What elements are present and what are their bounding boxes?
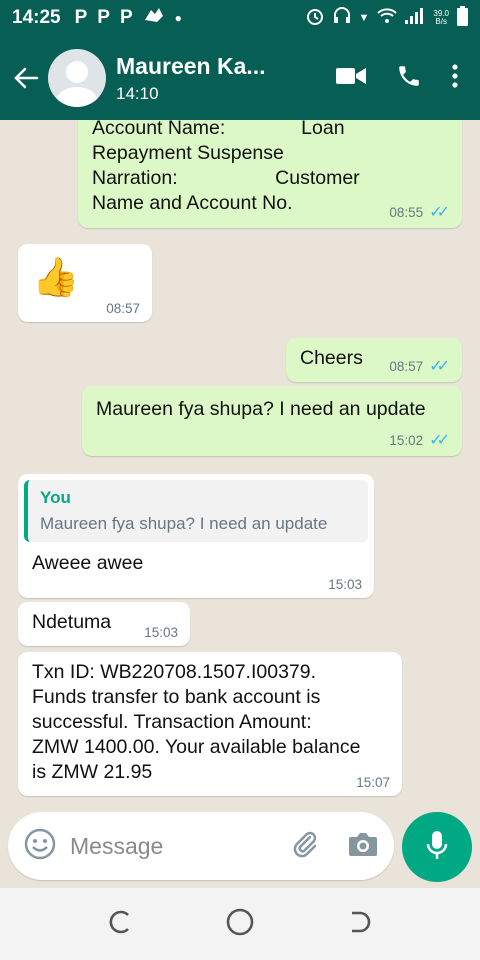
message-time: 08:55 [389,204,424,220]
phone-icon[interactable] [396,63,422,94]
message-line: is ZMW 21.95 [32,761,153,783]
video-call-icon[interactable] [336,66,366,91]
thumbs-up-emoji: 👍 [32,257,80,299]
status-time: 14:25 [12,7,61,28]
message-line: Repayment Suspense [92,142,284,164]
read-ticks-icon: ✓✓ [429,204,450,221]
message-text: Maureen fya shupa? I need an update [96,398,426,420]
more-notifications-dot-icon: ● [174,11,182,25]
message-bubble-incoming[interactable]: Txn ID: WB220708.1507.I00379. Funds tran… [18,652,402,796]
notification-icon-p: P [74,7,88,28]
message-time: 08:57 [389,358,424,374]
message-time: 15:02 [389,432,424,448]
message-bubble-incoming[interactable]: Ndetuma 15:03 [18,602,190,646]
message-line: Account Name: Loan [92,120,345,139]
game-notification-icon [143,6,165,30]
message-input-bar: Message [8,812,394,880]
system-nav-bar [0,888,480,960]
back-arrow-icon[interactable] [6,58,46,98]
message-bubble-outgoing[interactable]: Account Name: Loan Repayment Suspense Na… [78,120,462,228]
back-nav-icon[interactable] [346,909,372,940]
mic-icon [426,830,448,865]
message-time: 15:07 [356,775,390,790]
more-vert-icon[interactable] [452,63,458,93]
contact-info[interactable]: Maureen Ka... 14:10 [116,53,266,104]
message-time: 15:03 [144,625,178,640]
emoji-icon[interactable] [24,828,56,865]
camera-icon[interactable] [348,831,378,862]
contact-name: Maureen Ka... [116,52,266,79]
signal-icon [405,7,425,29]
wifi-icon [377,7,398,29]
avatar[interactable] [48,49,106,107]
chat-messages[interactable]: Account Name: Loan Repayment Suspense Na… [0,120,480,810]
battery-icon [457,5,468,31]
message-text: Aweee awee [32,552,144,574]
quote-text: Maureen fya shupa? I need an update [40,514,328,533]
notification-icon-p: P [119,7,133,28]
status-bar: 14:25 P P P ● ▼ 39.0 B/s [0,0,480,36]
quote-author: You [40,488,71,507]
contact-subtitle: 14:10 [116,83,159,103]
network-speed-unit: B/s [435,17,447,26]
network-speed: 39.0 B/s [433,10,449,26]
message-time: 08:57 [106,301,140,316]
recents-icon[interactable] [108,909,134,940]
message-bubble-outgoing[interactable]: Maureen fya shupa? I need an update 15:0… [82,386,462,456]
message-text: Ndetuma [32,611,112,633]
message-line: Narration: Customer [92,167,360,189]
message-input[interactable]: Message [70,833,163,860]
home-icon[interactable] [226,908,254,941]
mic-button[interactable] [402,812,472,882]
alarm-icon [305,6,325,31]
headset-icon [333,6,351,31]
data-arrows-icon: ▼ [358,12,370,24]
message-bubble-incoming[interactable]: 👍 08:57 [18,244,152,322]
message-text: Cheers [300,347,363,369]
attach-icon[interactable] [290,829,320,864]
message-line: successful. Transaction Amount: [32,711,312,733]
notification-icon-p: P [97,7,110,28]
chat-header: Maureen Ka... 14:10 [0,36,480,120]
message-line: Txn ID: WB220708.1507.I00379. [32,661,317,683]
message-bubble-outgoing[interactable]: Cheers 08:57 ✓✓ [286,338,462,382]
message-bubble-incoming[interactable]: You Maureen fya shupa? I need an update … [18,474,374,598]
read-ticks-icon: ✓✓ [429,358,450,375]
message-time: 15:03 [328,577,362,592]
message-line: Funds transfer to bank account is [32,686,321,708]
quoted-message[interactable]: You Maureen fya shupa? I need an update [24,480,368,542]
read-ticks-icon: ✓✓ [429,432,450,449]
message-line: ZMW 1400.00. Your available balance [32,736,361,758]
